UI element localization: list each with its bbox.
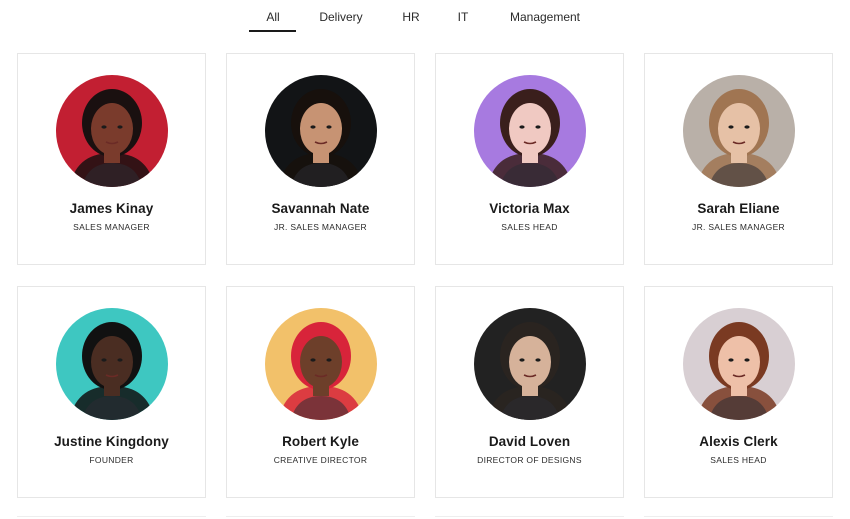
member-name: James Kinay (69, 201, 154, 216)
tab-it[interactable]: IT (457, 10, 469, 24)
avatar (265, 75, 377, 187)
avatar (683, 308, 795, 420)
avatar-photo (683, 308, 795, 420)
avatar (474, 308, 586, 420)
member-name: Savannah Nate (271, 201, 370, 216)
member-name: David Loven (488, 434, 571, 449)
member-role: SALES MANAGER (73, 222, 150, 232)
team-member-card[interactable]: David Loven DIRECTOR OF DESIGNS (435, 286, 624, 498)
member-role: SALES HEAD (501, 222, 558, 232)
avatar-photo (265, 308, 377, 420)
member-name: Sarah Eliane (697, 201, 780, 216)
member-name: Alexis Clerk (699, 434, 778, 449)
avatar (56, 308, 168, 420)
team-member-card[interactable]: Victoria Max SALES HEAD (435, 53, 624, 265)
member-role: JR. SALES MANAGER (692, 222, 785, 232)
tab-delivery[interactable]: Delivery (318, 10, 364, 24)
team-member-card[interactable]: Robert Kyle CREATIVE DIRECTOR (226, 286, 415, 498)
avatar (474, 75, 586, 187)
avatar-photo (56, 308, 168, 420)
filter-tabs: All Delivery HR IT Management (0, 0, 850, 40)
avatar-photo (474, 75, 586, 187)
member-name: Victoria Max (489, 201, 570, 216)
member-name: Robert Kyle (282, 434, 359, 449)
avatar (265, 308, 377, 420)
team-member-card[interactable]: Justine Kingdony FOUNDER (17, 286, 206, 498)
team-member-card[interactable]: Savannah Nate JR. SALES MANAGER (226, 53, 415, 265)
tab-hr[interactable]: HR (402, 10, 420, 24)
member-role: SALES HEAD (710, 455, 767, 465)
avatar-photo (474, 308, 586, 420)
member-role: DIRECTOR OF DESIGNS (477, 455, 582, 465)
team-member-card[interactable]: Sarah Eliane JR. SALES MANAGER (644, 53, 833, 265)
active-tab-underline (249, 30, 296, 32)
avatar-photo (265, 75, 377, 187)
member-role: FOUNDER (89, 455, 134, 465)
member-name: Justine Kingdony (54, 434, 169, 449)
tab-all[interactable]: All (266, 10, 280, 24)
avatar-photo (683, 75, 795, 187)
team-member-card[interactable]: Alexis Clerk SALES HEAD (644, 286, 833, 498)
avatar (56, 75, 168, 187)
member-role: JR. SALES MANAGER (274, 222, 367, 232)
team-member-card[interactable]: James Kinay SALES MANAGER (17, 53, 206, 265)
member-role: CREATIVE DIRECTOR (273, 455, 368, 465)
avatar (683, 75, 795, 187)
tab-management[interactable]: Management (506, 10, 584, 24)
avatar-photo (56, 75, 168, 187)
